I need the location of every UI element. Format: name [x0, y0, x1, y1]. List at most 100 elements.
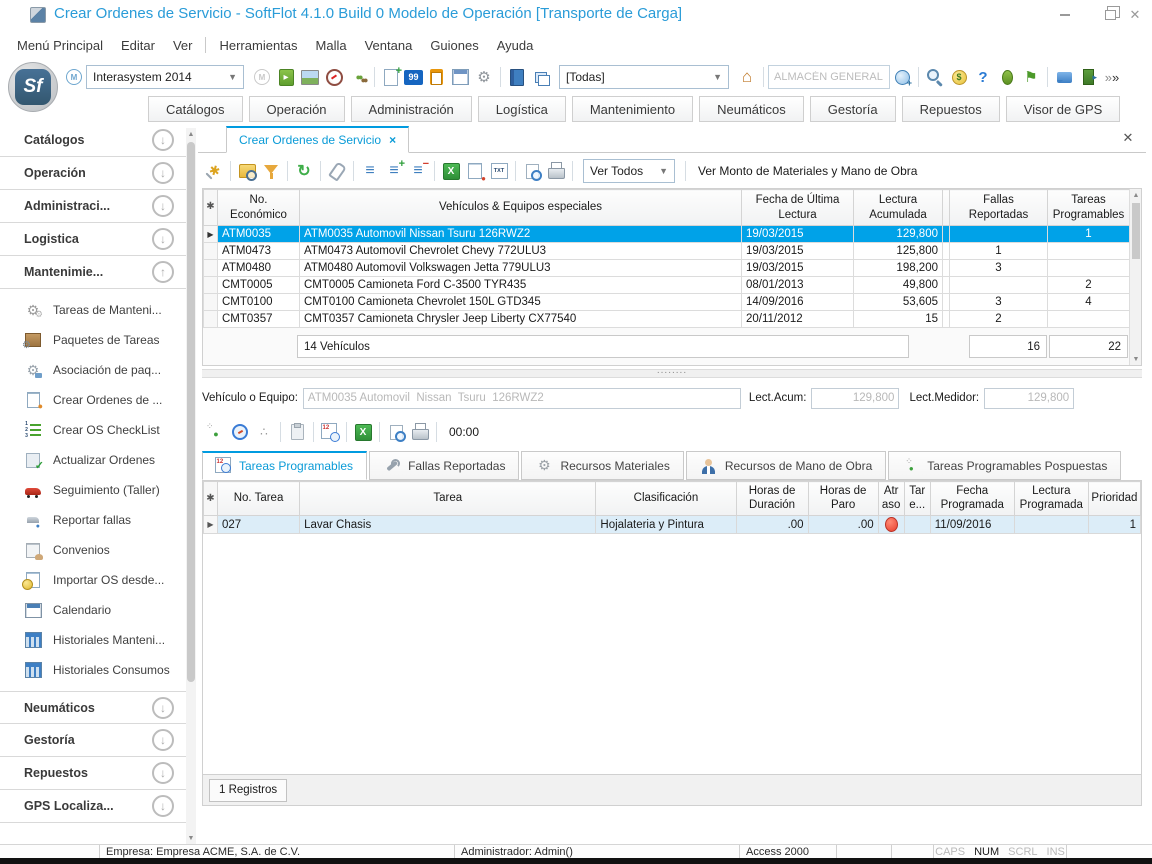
help-icon[interactable]: [972, 66, 994, 88]
tab-operacion[interactable]: Operación: [249, 96, 345, 122]
tab-gestoria[interactable]: Gestoría: [810, 96, 896, 122]
cell-prioridad[interactable]: 1: [1088, 516, 1140, 534]
cell-lectura[interactable]: 198,200: [854, 260, 943, 277]
col-horas-duracion[interactable]: Horas de Duración: [736, 482, 808, 516]
cell-fallas[interactable]: 1: [950, 243, 1048, 260]
sidebar-item-tareas-mantenimiento[interactable]: Tareas de Manteni...: [0, 295, 186, 325]
cell-desc[interactable]: ATM0473 Automovil Chevrolet Chevy 772ULU…: [300, 243, 742, 260]
cell-fecha[interactable]: 14/09/2016: [742, 294, 854, 311]
col-prioridad[interactable]: Prioridad: [1088, 482, 1140, 516]
tab-visor-gps[interactable]: Visor de GPS: [1006, 96, 1121, 122]
sidebar-section-gestoria[interactable]: Gestoría: [0, 724, 186, 757]
gear-icon[interactable]: [473, 66, 495, 88]
scrollbar-thumb[interactable]: [1132, 203, 1140, 259]
tab-mantenimiento[interactable]: Mantenimiento: [572, 96, 693, 122]
cell-tare[interactable]: [904, 516, 930, 534]
cell-fecha[interactable]: 19/03/2015: [742, 260, 854, 277]
cell-tarea[interactable]: Lavar Chasis: [300, 516, 596, 534]
cell-fallas[interactable]: 3: [950, 294, 1048, 311]
col-vehiculos[interactable]: Vehículos & Equipos especiales: [300, 190, 742, 226]
expand-down-icon[interactable]: [152, 795, 174, 817]
wizard-wand-icon[interactable]: [203, 160, 225, 182]
route-points-icon[interactable]: [253, 421, 275, 443]
home-icon[interactable]: [736, 66, 758, 88]
calendar-clock-icon[interactable]: [319, 421, 341, 443]
cell-tareas[interactable]: [1048, 260, 1130, 277]
cell-no-tarea[interactable]: 027: [218, 516, 300, 534]
menu-editar[interactable]: Editar: [112, 35, 164, 56]
cell-desc[interactable]: CMT0005 Camioneta Ford C-3500 TYR435: [300, 277, 742, 294]
cell-no[interactable]: ATM0480: [218, 260, 300, 277]
sidebar-section-logistica[interactable]: Logistica: [0, 223, 186, 256]
cell-fecha[interactable]: 20/11/2012: [742, 311, 854, 328]
book-icon[interactable]: [506, 66, 528, 88]
cell-lectura[interactable]: 15: [854, 311, 943, 328]
expand-down-icon[interactable]: [152, 762, 174, 784]
col-tare[interactable]: Tare...: [904, 482, 930, 516]
import-icon[interactable]: [275, 66, 297, 88]
lect-acum-field[interactable]: [811, 388, 899, 409]
tab-recursos-materiales[interactable]: Recursos Materiales: [521, 451, 683, 480]
menu-herramientas[interactable]: Herramientas: [210, 35, 306, 56]
cell-fecha[interactable]: 19/03/2015: [742, 226, 854, 243]
clipboard-icon[interactable]: [425, 66, 447, 88]
tab-tareas-pospuestas[interactable]: Tareas Programables Pospuestas: [888, 451, 1121, 480]
cell-lectura[interactable]: 129,800: [854, 226, 943, 243]
row-indicator[interactable]: [204, 243, 218, 260]
tab-neumaticos[interactable]: Neumáticos: [699, 96, 804, 122]
cell-desc[interactable]: ATM0035 Automovil Nissan Tsuru 126RWZ2: [300, 226, 742, 243]
sidebar-section-repuestos[interactable]: Repuestos: [0, 757, 186, 790]
print-icon[interactable]: [545, 160, 567, 182]
scroll-up-icon[interactable]: ▲: [186, 128, 196, 140]
minimize-button[interactable]: [1054, 6, 1076, 24]
collapse-groups-icon[interactable]: [407, 160, 429, 182]
cell-fallas[interactable]: [950, 226, 1048, 243]
cell-tareas[interactable]: [1048, 311, 1130, 328]
cell-tareas[interactable]: 2: [1048, 277, 1130, 294]
scope-select[interactable]: [Todas] ▼: [559, 65, 729, 89]
scroll-up-icon[interactable]: ▲: [1130, 189, 1142, 201]
tab-logistica[interactable]: Logística: [478, 96, 566, 122]
menu-ventana[interactable]: Ventana: [356, 35, 422, 56]
toolbar-overflow-icon[interactable]: »: [1101, 66, 1123, 88]
col-horas-paro[interactable]: Horas de Paro: [808, 482, 878, 516]
sidebar-item-reportar-fallas[interactable]: Reportar fallas: [0, 505, 186, 535]
wrench-search-icon[interactable]: [924, 66, 946, 88]
cell-horas-paro[interactable]: .00: [808, 516, 878, 534]
export-note-icon[interactable]: [464, 160, 486, 182]
sidebar-item-historiales-mantenimiento[interactable]: Historiales Manteni...: [0, 625, 186, 655]
col-fallas-reportadas[interactable]: Fallas Reportadas: [950, 190, 1048, 226]
vehicle-row-cmt0005[interactable]: CMT0005 CMT0005 Camioneta Ford C-3500 TY…: [204, 277, 1130, 294]
sidebar-section-operacion[interactable]: Operación: [0, 157, 186, 190]
clipboard-icon[interactable]: [286, 421, 308, 443]
sidebar-section-administracion[interactable]: Administraci...: [0, 190, 186, 223]
export-excel-icon[interactable]: [352, 421, 374, 443]
cascade-windows-icon[interactable]: [530, 66, 552, 88]
sidebar-item-actualizar-ordenes[interactable]: Actualizar Ordenes: [0, 445, 186, 475]
module-badge-icon[interactable]: [63, 66, 85, 88]
cell-fecha-programada[interactable]: 11/09/2016: [930, 516, 1014, 534]
vehicle-row-cmt0357[interactable]: CMT0357 CMT0357 Camioneta Chrysler Jeep …: [204, 311, 1130, 328]
expand-down-icon[interactable]: [152, 162, 174, 184]
flag-icon[interactable]: [1020, 66, 1042, 88]
coins-icon[interactable]: [948, 66, 970, 88]
cell-no[interactable]: CMT0100: [218, 294, 300, 311]
schedule-clock-icon[interactable]: [229, 421, 251, 443]
cell-atraso[interactable]: [878, 516, 904, 534]
vehicle-row-atm0473[interactable]: ATM0473 ATM0473 Automovil Chevrolet Chev…: [204, 243, 1130, 260]
number-99-icon[interactable]: [404, 70, 423, 85]
row-indicator-header[interactable]: ✱: [204, 482, 218, 516]
filter-icon[interactable]: [260, 160, 282, 182]
cell-lectura-programada[interactable]: [1014, 516, 1088, 534]
tab-close-icon[interactable]: ×: [389, 133, 396, 147]
cell-desc[interactable]: ATM0480 Automovil Volkswagen Jetta 779UL…: [300, 260, 742, 277]
sidebar-section-neumaticos[interactable]: Neumáticos: [0, 691, 186, 724]
scroll-down-icon[interactable]: ▼: [186, 832, 196, 844]
cell-tareas[interactable]: 1: [1048, 226, 1130, 243]
cell-fecha[interactable]: 08/01/2013: [742, 277, 854, 294]
sidebar-item-convenios[interactable]: Convenios: [0, 535, 186, 565]
current-row-indicator-icon[interactable]: ▶: [204, 516, 218, 534]
row-indicator[interactable]: [204, 277, 218, 294]
view-filter-select[interactable]: Ver Todos ▼: [583, 159, 675, 183]
document-area-close-icon[interactable]: ✕: [1120, 130, 1136, 146]
